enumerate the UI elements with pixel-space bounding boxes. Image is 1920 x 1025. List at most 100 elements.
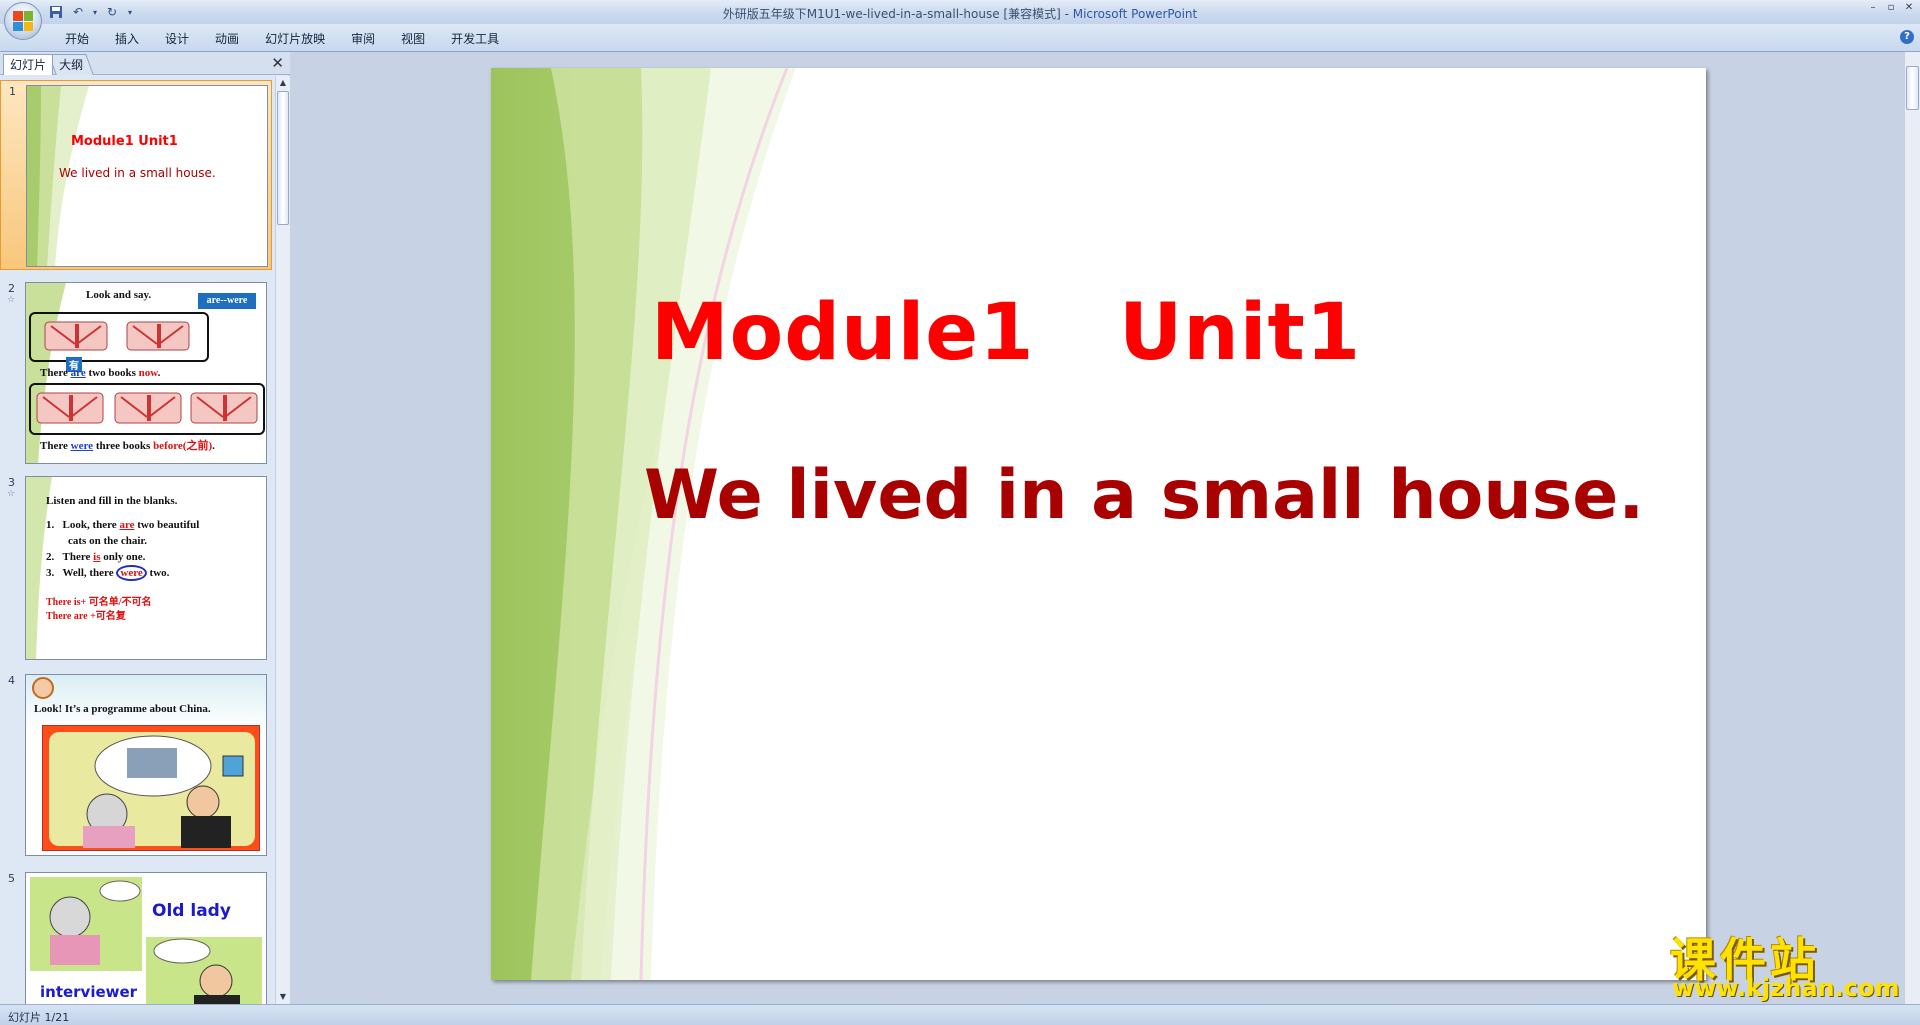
thumb-line-2: 2. There is only one. [46,551,145,563]
title-bar: ↶ ▾ ↻ ▾ 外研版五年级下M1U1-we-lived-in-a-small-… [0,0,1920,40]
tab-home[interactable]: 开始 [52,30,102,48]
thumb-line-2: There were three books before(之前). [40,437,215,453]
text: three books [93,440,154,452]
ribbon-tabs: 开始 插入 设计 动画 幻灯片放映 审阅 视图 开发工具 [52,30,512,48]
thumbnail-row-3[interactable]: 3 ☆ Listen and fill in the blanks. 1. Lo… [0,472,272,662]
office-button[interactable] [4,2,42,40]
text: Look, there [62,519,120,531]
thumbnail-row-2[interactable]: 2 ☆ Look and say. are--were 有 There are … [0,278,272,464]
old-lady-illustration [49,880,141,965]
text: There [40,367,71,379]
thumbnail-row-4[interactable]: 4 Look! It’s a programme about China. [0,670,272,860]
thumbnail-scrollbar[interactable]: ▲ ▼ [275,76,290,1004]
scroll-down-icon[interactable]: ▼ [276,990,290,1004]
interview-illustration [49,732,255,848]
panel-tabs: 幻灯片 大纲 ✕ [0,52,290,75]
thumb-title: Module1 Unit1 [71,134,178,149]
text: two books [85,367,139,379]
current-slide[interactable]: Module1 Unit1 We lived in a small house. [491,68,1706,980]
ribbon: 开始 插入 设计 动画 幻灯片放映 审阅 视图 开发工具 ? [0,24,1920,52]
scroll-thumb[interactable] [277,91,289,225]
thumb-subtitle: We lived in a small house. [59,166,216,180]
slide-number: 4 [8,674,15,687]
slide-title[interactable]: Module1 Unit1 [651,288,1451,378]
tab-animations[interactable]: 动画 [202,30,252,48]
text: . [212,440,215,452]
document-title: 外研版五年级下M1U1-we-lived-in-a-small-house [兼… [722,7,1073,21]
slide-scrollbar[interactable] [1904,52,1920,1004]
thumb-label-old-lady: Old lady [152,901,231,921]
tab-outline-label: 大纲 [59,58,84,72]
tab-insert[interactable]: 插入 [102,30,152,48]
books-icon [36,392,258,424]
tab-developer[interactable]: 开发工具 [438,30,512,48]
text: are [70,367,86,379]
tab-view[interactable]: 视图 [388,30,438,48]
text: now [138,367,158,379]
slide-thumbnail-4[interactable]: Look! It’s a programme about China. [25,674,267,856]
office-logo-icon [13,11,33,31]
text: were [116,565,147,581]
books-box-1 [29,312,209,362]
text: are [119,519,135,531]
text: two. [146,567,170,579]
interviewer-illustration [153,938,240,1004]
restore-button[interactable]: ▫ [1884,2,1898,14]
slide-thumbnail-1[interactable]: Module1 Unit1 We lived in a small house. [26,85,268,267]
thumb-heading: Look and say. [86,289,152,301]
slide-thumbnail-3[interactable]: Listen and fill in the blanks. 1. Look, … [25,476,267,660]
tab-design[interactable]: 设计 [152,30,202,48]
old-lady-image [30,877,142,971]
text: before(之前) [153,440,213,452]
interviewer-image [146,937,262,1004]
text: is [93,551,101,563]
tab-slides[interactable]: 幻灯片 [3,54,54,75]
text: were [70,440,94,452]
thumbnail-row-5[interactable]: 5 Old lady interviewer [0,868,272,1004]
slide-number: 5 [8,872,15,885]
slide-number: 2 [8,282,15,295]
boy-avatar-icon [32,677,54,699]
text: There [40,440,71,452]
text: Well, there [62,567,117,579]
tv-scene-image [42,725,260,851]
thumb-line-1: There are two books now. [40,367,160,379]
help-icon[interactable]: ? [1900,30,1914,44]
animation-star-icon: ☆ [7,489,16,499]
app-name: Microsoft PowerPoint [1072,7,1198,21]
slides-panel: 幻灯片 大纲 ✕ 1 Module1 Unit1 We lived in a s… [0,52,290,1004]
text: . [157,367,161,379]
tab-outline[interactable]: 大纲 [48,54,94,75]
text: 3. [46,567,55,579]
thumb-heading: Look! It’s a programme about China. [34,703,211,715]
thumb-line-1b: cats on the chair. [68,535,148,547]
slide-counter: 幻灯片 1/21 [8,1011,70,1024]
text: only one. [100,551,146,563]
thumb-note-2: There are +可名复 [46,611,126,622]
slide-thumbnail-5[interactable]: Old lady interviewer [25,872,267,1004]
thumb-heading: Listen and fill in the blanks. [46,495,178,507]
scroll-up-icon[interactable]: ▲ [276,76,290,90]
books-box-2 [29,383,265,435]
text: There [62,551,94,563]
thumbnail-row-1[interactable]: 1 Module1 Unit1 We lived in a small hous… [0,80,272,270]
animation-star-icon: ☆ [7,295,16,305]
thumb-note-1: There is+ 可名单/不可名 [46,597,152,608]
slide-thumbnail-2[interactable]: Look and say. are--were 有 There are two … [25,282,267,464]
watermark-logo: 课件站 www.kjzhan.com [1670,924,1910,1004]
tab-slideshow[interactable]: 幻灯片放映 [252,30,338,48]
minimize-button[interactable]: – [1866,2,1880,14]
thumb-line-1: 1. Look, there are two beautiful [46,519,199,531]
close-button[interactable]: ✕ [1902,2,1916,14]
watermark-url: www.kjzhan.com [1672,974,1900,1002]
books-icon [44,321,190,351]
slide-number: 3 [8,476,15,489]
text: 2. [46,551,55,563]
status-bar: 幻灯片 1/21 [0,1004,1920,1025]
slide-subtitle[interactable]: We lived in a small house. [644,456,1644,535]
tab-review[interactable]: 审阅 [338,30,388,48]
thumb-label-interviewer: interviewer [40,983,138,1001]
panel-close-icon[interactable]: ✕ [271,55,284,71]
window-controls: – ▫ ✕ [1866,2,1916,14]
scroll-thumb[interactable] [1906,66,1919,110]
